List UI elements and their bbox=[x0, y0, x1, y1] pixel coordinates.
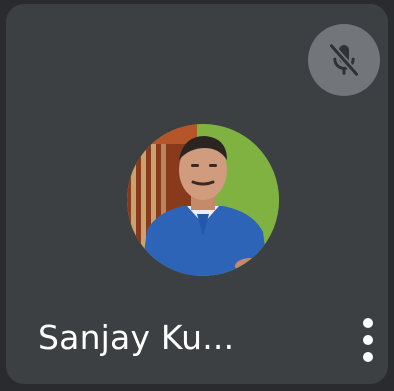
participant-tile[interactable]: Sanjay Ku... bbox=[6, 4, 388, 384]
more-options-button[interactable] bbox=[350, 310, 386, 370]
participant-avatar bbox=[127, 124, 279, 276]
participant-name: Sanjay Ku... bbox=[38, 318, 235, 357]
mic-muted-indicator[interactable] bbox=[308, 24, 380, 96]
mic-off-icon bbox=[324, 40, 364, 80]
more-vert-icon bbox=[363, 318, 373, 328]
